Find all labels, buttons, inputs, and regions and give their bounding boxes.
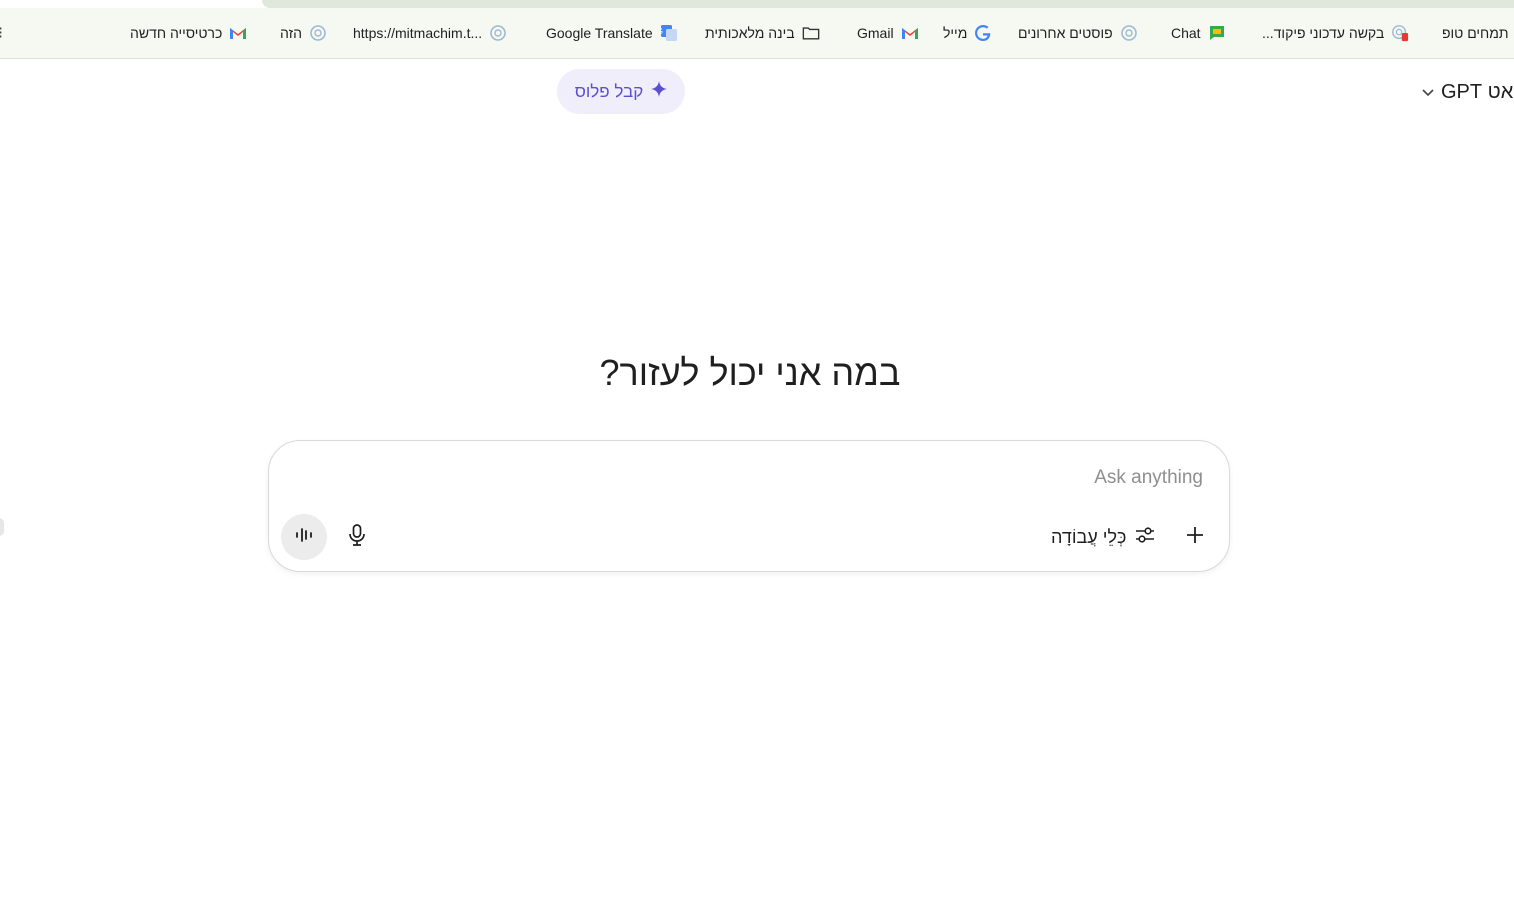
plus-icon bbox=[1185, 525, 1205, 550]
bookmark-new-tab[interactable]: כרטיסייה חדשה bbox=[130, 8, 247, 58]
dictate-button[interactable] bbox=[341, 521, 373, 553]
bookmark-label: מייל bbox=[943, 25, 968, 41]
bookmark-gmail[interactable]: Gmail bbox=[857, 8, 919, 58]
openai-icon bbox=[1120, 24, 1138, 42]
bookmark-mail[interactable]: מייל bbox=[943, 8, 992, 58]
folder-icon bbox=[802, 24, 820, 42]
attach-button[interactable] bbox=[1179, 521, 1211, 553]
svg-text:G: G bbox=[660, 27, 663, 36]
google-chat-icon bbox=[1208, 24, 1226, 42]
voice-mode-button[interactable] bbox=[281, 514, 327, 560]
google-translate-icon: G bbox=[660, 24, 678, 42]
bookmark-label: הזה bbox=[280, 25, 302, 41]
bookmark-mitmachim[interactable]: https://mitmachim.t... bbox=[353, 8, 507, 58]
chevron-down-icon bbox=[1421, 85, 1435, 99]
page-title: במה אני יכול לעזור? bbox=[599, 352, 901, 393]
bookmark-label: כרטיסייה חדשה bbox=[130, 25, 223, 41]
bookmark-label: פוסטים אחרונים bbox=[1018, 25, 1113, 41]
bookmark-label: Google Translate bbox=[546, 25, 653, 41]
bookmark-recent-posts[interactable]: פוסטים אחרונים bbox=[1018, 8, 1138, 58]
model-label: צ'אט GPT bbox=[1440, 80, 1514, 103]
bookmark-google-translate[interactable]: G Google Translate bbox=[546, 8, 678, 58]
bookmark-label: Gmail bbox=[857, 25, 894, 41]
waveform-icon bbox=[294, 526, 314, 549]
openai-icon bbox=[309, 24, 327, 42]
sparkle-icon bbox=[651, 81, 668, 102]
google-icon bbox=[974, 24, 992, 42]
gmail-icon bbox=[901, 24, 919, 42]
openai-alert-icon bbox=[1391, 24, 1409, 42]
gmail-icon bbox=[229, 24, 247, 42]
sidebar-handle[interactable] bbox=[0, 518, 4, 536]
bookmark-folder-ai[interactable]: בינה מלאכותית bbox=[705, 8, 820, 58]
get-plus-label: קבל פלוס bbox=[574, 81, 644, 101]
tools-button[interactable]: כְּלֵי עֲבוֹדָה bbox=[1051, 519, 1156, 555]
browser-tab-strip bbox=[0, 0, 1514, 8]
bookmark-label: בקשה עדכוני פיקוד... bbox=[1262, 25, 1385, 41]
browser-tab-bar bbox=[262, 0, 1514, 8]
bookmark-label: Chat bbox=[1171, 25, 1201, 41]
bookmark-label: בינה מלאכותית bbox=[705, 25, 795, 41]
bookmark-homefront-updates[interactable]: בקשה עדכוני פיקוד... bbox=[1262, 8, 1409, 58]
bookmarks-overflow-button[interactable]: ⁝ bbox=[0, 8, 3, 58]
get-plus-button[interactable]: קבל פלוס bbox=[557, 69, 685, 114]
prompt-input[interactable] bbox=[293, 461, 1205, 495]
microphone-icon bbox=[347, 523, 367, 552]
bookmark-mitmachim-top[interactable]: תמחים טופ bbox=[1442, 8, 1509, 58]
bookmark-chat[interactable]: Chat bbox=[1171, 8, 1226, 58]
bookmarks-bar: ⁝ כרטיסייה חדשה הזה https://mitmachim.t.… bbox=[0, 8, 1514, 59]
bookmark-label: https://mitmachim.t... bbox=[353, 25, 483, 41]
tools-label: כְּלֵי עֲבוֹדָה bbox=[1051, 526, 1127, 547]
bookmark-label: תמחים טופ bbox=[1442, 25, 1509, 41]
model-selector[interactable]: צ'אט GPT bbox=[1421, 70, 1514, 114]
bookmark-this[interactable]: הזה bbox=[280, 8, 327, 58]
sliders-icon bbox=[1134, 525, 1156, 550]
composer: כְּלֵי עֲבוֹדָה bbox=[268, 440, 1230, 572]
openai-icon bbox=[489, 24, 507, 42]
